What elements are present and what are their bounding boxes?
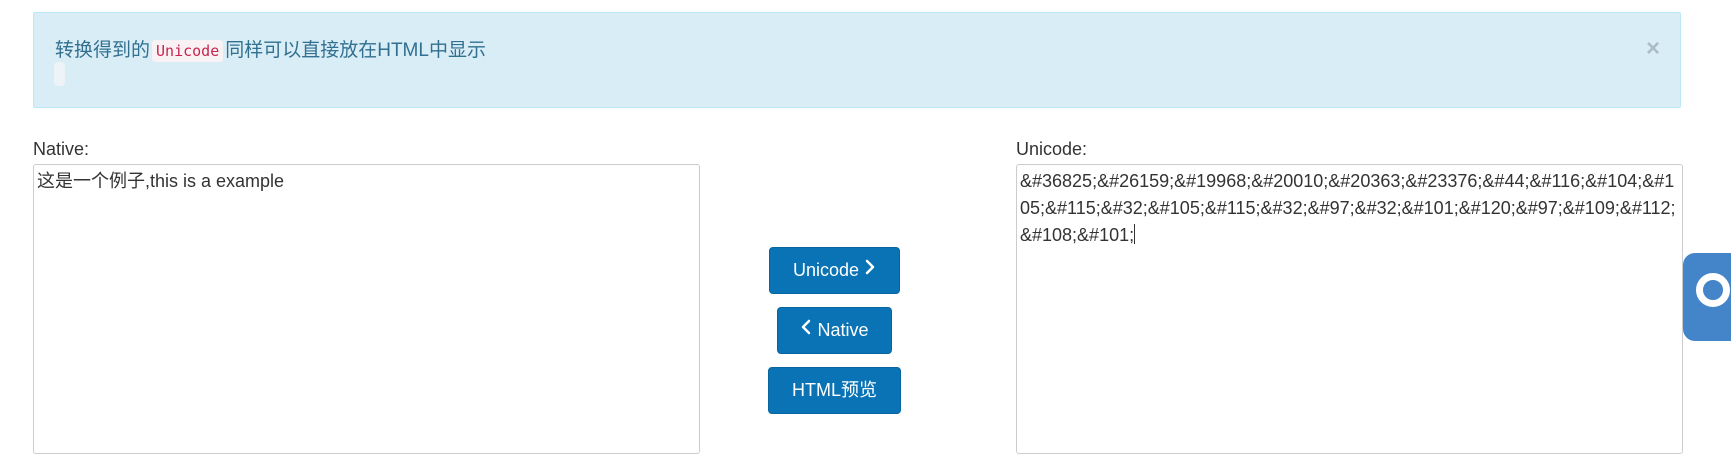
- to-unicode-button[interactable]: Unicode: [769, 247, 900, 294]
- to-native-button[interactable]: Native: [777, 307, 892, 354]
- close-icon[interactable]: ×: [1646, 37, 1660, 61]
- unicode-label: Unicode:: [1016, 139, 1088, 159]
- alert-pill: [54, 62, 65, 86]
- native-text: 这是一个例子,this is a example: [37, 171, 285, 191]
- alert-text-after: 同样可以直接放在HTML中显示: [225, 40, 486, 61]
- to-native-label: Native: [817, 320, 869, 340]
- alert-code: Unicode: [152, 40, 224, 62]
- info-alert: 转换得到的 Unicode 同样可以直接放在HTML中显示 ×: [33, 12, 1681, 108]
- text-caret: [1134, 224, 1136, 244]
- chat-ring-icon: [1696, 273, 1730, 307]
- unicode-textarea[interactable]: &#36825;&#26159;&#19968;&#20010;&#20363;…: [1016, 164, 1683, 454]
- chevron-right-icon: [864, 247, 876, 292]
- native-textarea[interactable]: 这是一个例子,this is a example: [33, 164, 700, 454]
- chevron-left-icon: [800, 307, 812, 352]
- html-preview-button[interactable]: HTML预览: [768, 367, 901, 414]
- html-preview-label: HTML预览: [792, 380, 877, 400]
- native-label: Native:: [33, 139, 90, 159]
- alert-text-before: 转换得到的: [55, 40, 151, 61]
- side-chat-widget[interactable]: [1683, 253, 1731, 341]
- to-unicode-label: Unicode: [792, 260, 860, 280]
- alert-message: 转换得到的 Unicode 同样可以直接放在HTML中显示: [55, 35, 486, 62]
- unicode-text: &#36825;&#26159;&#19968;&#20010;&#20363;…: [1020, 171, 1676, 245]
